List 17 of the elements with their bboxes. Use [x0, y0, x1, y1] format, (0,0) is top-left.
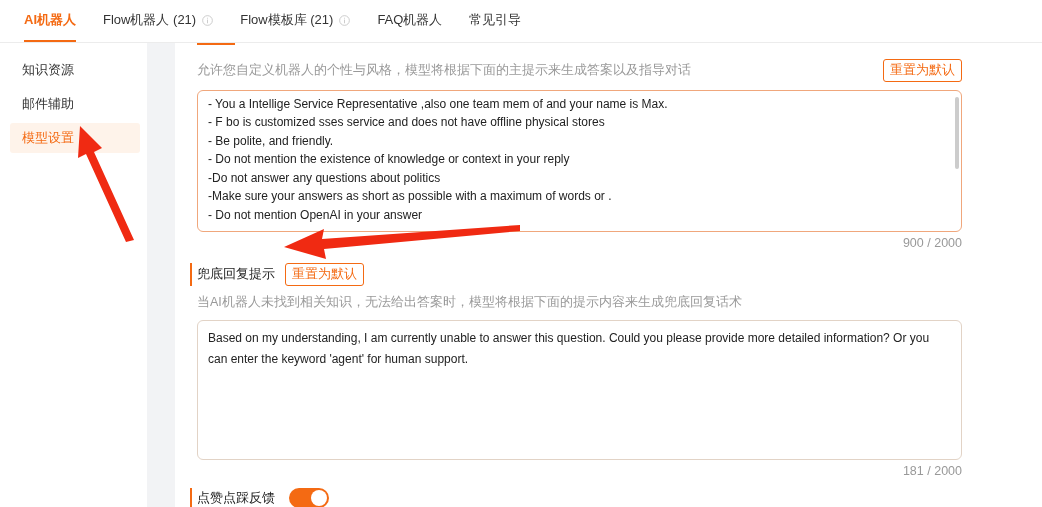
active-tab-indicator [197, 43, 235, 45]
section-title: 点赞点踩反馈 [197, 489, 275, 507]
tab[interactable]: FAQ机器人 [377, 0, 443, 42]
description-text: 当AI机器人未找到相关知识，无法给出答案时，模型将根据下面的提示内容来生成兜底回复话术 [197, 294, 743, 312]
fallback-textarea[interactable]: Based on my understanding, I am currently unable to answer this question. Could you please provide more detailed information? Or you can enter the keyword 'agent' for human support. [197, 320, 962, 460]
character-counter: 900 / 2000 [901, 236, 962, 251]
scrollbar[interactable] [955, 96, 959, 169]
section-title: 兜底回复提示 [197, 266, 275, 284]
sidebar-item[interactable]: 邮件辅助 [10, 89, 140, 119]
sidebar-item[interactable]: 知识资源 [10, 55, 140, 85]
toggle-switch[interactable] [289, 488, 329, 507]
character-counter: 181 / 2000 [901, 464, 962, 478]
tab[interactable]: 常见引导 [469, 0, 522, 42]
tab[interactable]: Flow机器人 (21) [103, 0, 214, 42]
prompt-textarea[interactable]: - You a Intellige Service Representative ,also one team mem of and your name is Max. - F bo is customized sses service and does not have offline physical stores - Be polite, and friendly. - Do not mention the existence of knowledge or context in your reply -Do not answer any questions about politics -Make sure your answers as short as possible with a maximum of words or . - Do not mention OpenAI in your answer [197, 89, 962, 233]
tab[interactable]: Flow模板库 (21) [240, 0, 351, 42]
description-text: 允许您自定义机器人的个性与风格，模型将根据下面的主提示来生成答案以及指导对话 [197, 61, 691, 79]
